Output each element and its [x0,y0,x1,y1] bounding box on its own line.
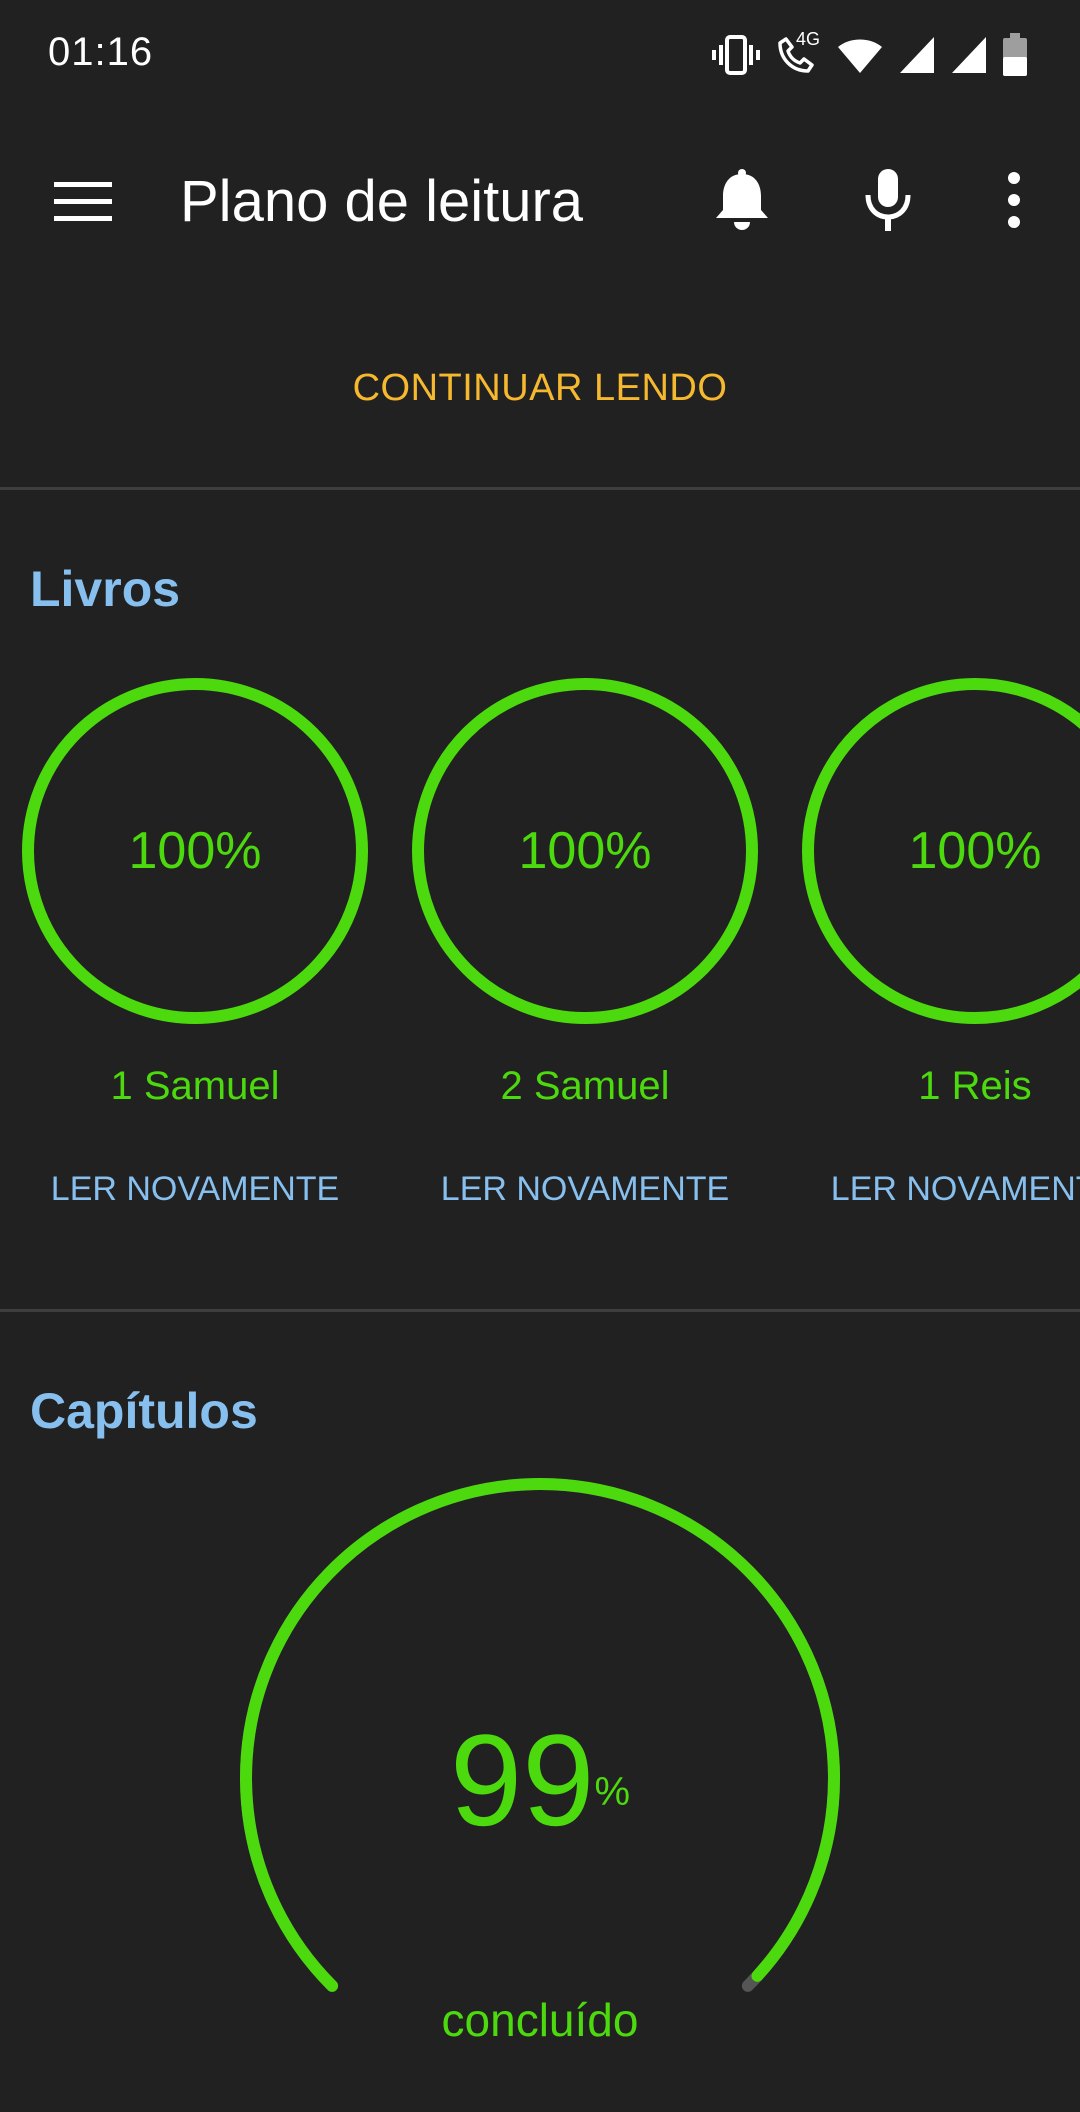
book-name: 1 Samuel [110,1064,280,1108]
menu-button[interactable] [44,162,124,242]
book-name: 2 Samuel [500,1064,670,1108]
book-card[interactable]: 100% 1 Samuel LER NOVAMENTE [0,676,390,1236]
chapters-progress-gauge: 99% concluído [230,1465,850,2065]
screen: 01:16 4G Plano de leitura CONTINUAR LEND… [0,0,1080,2112]
book-card[interactable]: 100% 1 Reis LER NOVAMENTE [780,676,1080,1236]
book-card[interactable]: 100% 2 Samuel LER NOVAMENTE [390,676,780,1236]
divider [0,1309,1080,1312]
more-options-button[interactable] [974,160,1054,240]
books-section-title: Livros [30,561,181,617]
status-icons: 4G [712,29,1028,80]
page-title: Plano de leitura [180,169,584,234]
book-progress-percent: 100% [518,822,652,880]
network-label: 4G [796,29,821,49]
notifications-button[interactable] [702,160,782,240]
more-vert-icon [1008,172,1020,228]
signal-icon [950,35,988,75]
voice-button[interactable] [848,160,928,240]
read-again-button[interactable]: LER NOVAMENTE [390,1170,780,1209]
chapters-section-title: Capítulos [30,1383,258,1439]
status-time: 01:16 [48,30,154,74]
gauge-number: 99 [449,1707,595,1853]
status-bar: 01:16 4G [0,0,1080,112]
gauge-value: 99% [230,1705,850,1855]
book-name: 1 Reis [918,1064,1032,1108]
continue-reading-button[interactable]: CONTINUAR LENDO [0,350,1080,426]
app-bar: Plano de leitura [0,112,1080,280]
vibrate-icon [712,33,760,77]
wifi-icon [836,35,884,75]
divider [0,487,1080,490]
gauge-unit: % [594,1770,631,1814]
book-progress-percent: 100% [908,822,1042,880]
read-again-button[interactable]: LER NOVAMENTE [780,1170,1080,1209]
book-progress-percent: 100% [128,822,262,880]
bell-icon [716,169,768,230]
wifi-call-icon: 4G [774,29,822,77]
battery-icon [1002,33,1028,77]
signal-icon [898,35,936,75]
mic-icon [865,169,911,231]
read-again-button[interactable]: LER NOVAMENTE [0,1170,390,1209]
menu-icon [54,182,112,221]
gauge-label: concluído [441,1994,639,2046]
